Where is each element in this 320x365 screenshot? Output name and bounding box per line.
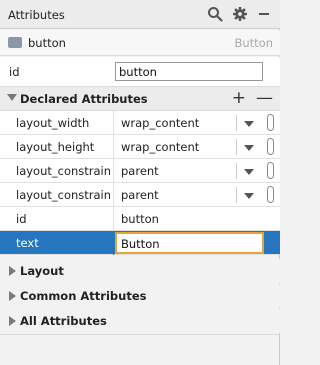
resource-picker-pill[interactable] <box>267 186 274 203</box>
attr-value[interactable]: parent <box>121 188 159 202</box>
search-icon[interactable] <box>207 6 223 22</box>
attr-name: layout_height <box>16 140 95 154</box>
attr-name: layout_width <box>16 116 90 130</box>
all-attributes-header[interactable]: All Attributes <box>0 309 280 333</box>
attr-value[interactable]: wrap_content <box>121 140 199 154</box>
attr-value[interactable]: button <box>121 212 159 226</box>
column-divider <box>113 111 114 135</box>
panel-titlebar: Attributes <box>0 0 280 29</box>
all-attributes-label: All Attributes <box>20 314 107 328</box>
dropdown-separator <box>236 115 237 131</box>
attributes-panel: Attributes button Button id button Decla… <box>0 0 280 365</box>
attr-row-layout-width[interactable]: layout_width wrap_content <box>0 111 280 135</box>
id-row: id button <box>0 57 280 87</box>
declared-attributes-label: Declared Attributes <box>20 92 148 106</box>
panel-divider <box>0 334 280 335</box>
common-attributes-header[interactable]: Common Attributes <box>0 284 280 308</box>
resource-picker-pill[interactable] <box>267 162 274 179</box>
declared-attributes-table: layout_width wrap_content layout_height … <box>0 111 280 255</box>
attr-name: layout_constraintStart_toStartOf <box>16 188 110 202</box>
declared-attributes-header[interactable]: Declared Attributes + — <box>0 87 280 111</box>
dropdown-arrow-icon[interactable] <box>244 169 254 175</box>
column-divider <box>113 135 114 159</box>
column-divider <box>113 183 114 207</box>
minimize-icon[interactable] <box>256 6 272 22</box>
dropdown-arrow-icon[interactable] <box>244 145 254 151</box>
layout-section-label: Layout <box>20 264 64 278</box>
column-divider <box>113 207 114 231</box>
panel-title: Attributes <box>8 8 65 22</box>
dropdown-separator <box>236 163 237 179</box>
chevron-right-icon <box>9 316 16 326</box>
component-name: button <box>28 36 66 50</box>
attr-row-layout-height[interactable]: layout_height wrap_content <box>0 135 280 159</box>
attr-row-id[interactable]: id button <box>0 207 280 231</box>
attr-row-constraint-end[interactable]: layout_constraintEnd_toEndOf parent <box>0 159 280 183</box>
dropdown-separator <box>236 139 237 155</box>
id-label: id <box>9 65 20 79</box>
attr-name: text <box>16 236 39 250</box>
layout-section-header[interactable]: Layout <box>0 259 280 283</box>
button-component-icon <box>8 37 22 48</box>
resource-picker-pill[interactable] <box>267 114 274 131</box>
id-input[interactable]: button <box>115 62 263 81</box>
attr-row-constraint-start[interactable]: layout_constraintStart_toStartOf parent <box>0 183 280 207</box>
add-attribute-button[interactable]: + <box>232 89 246 107</box>
component-type: Button <box>234 36 273 50</box>
attr-name: layout_constraintEnd_toEndOf <box>16 164 110 178</box>
remove-attribute-button[interactable]: — <box>256 89 273 107</box>
chevron-down-icon <box>7 94 17 101</box>
attr-name: id <box>16 212 27 226</box>
text-value-input[interactable]: Button <box>115 232 264 254</box>
resource-picker-pill[interactable] <box>267 138 274 155</box>
attr-value[interactable]: wrap_content <box>121 116 199 130</box>
chevron-right-icon <box>9 266 16 276</box>
common-attributes-label: Common Attributes <box>20 289 147 303</box>
dropdown-arrow-icon[interactable] <box>244 193 254 199</box>
dropdown-arrow-icon[interactable] <box>244 121 254 127</box>
dropdown-separator <box>236 187 237 203</box>
attr-row-text[interactable]: text Button <box>0 231 280 255</box>
attr-value[interactable]: parent <box>121 164 159 178</box>
chevron-right-icon <box>9 291 16 301</box>
gear-icon[interactable] <box>232 6 248 22</box>
column-divider <box>113 231 114 255</box>
component-header: button Button <box>0 30 280 56</box>
column-divider <box>113 159 114 183</box>
